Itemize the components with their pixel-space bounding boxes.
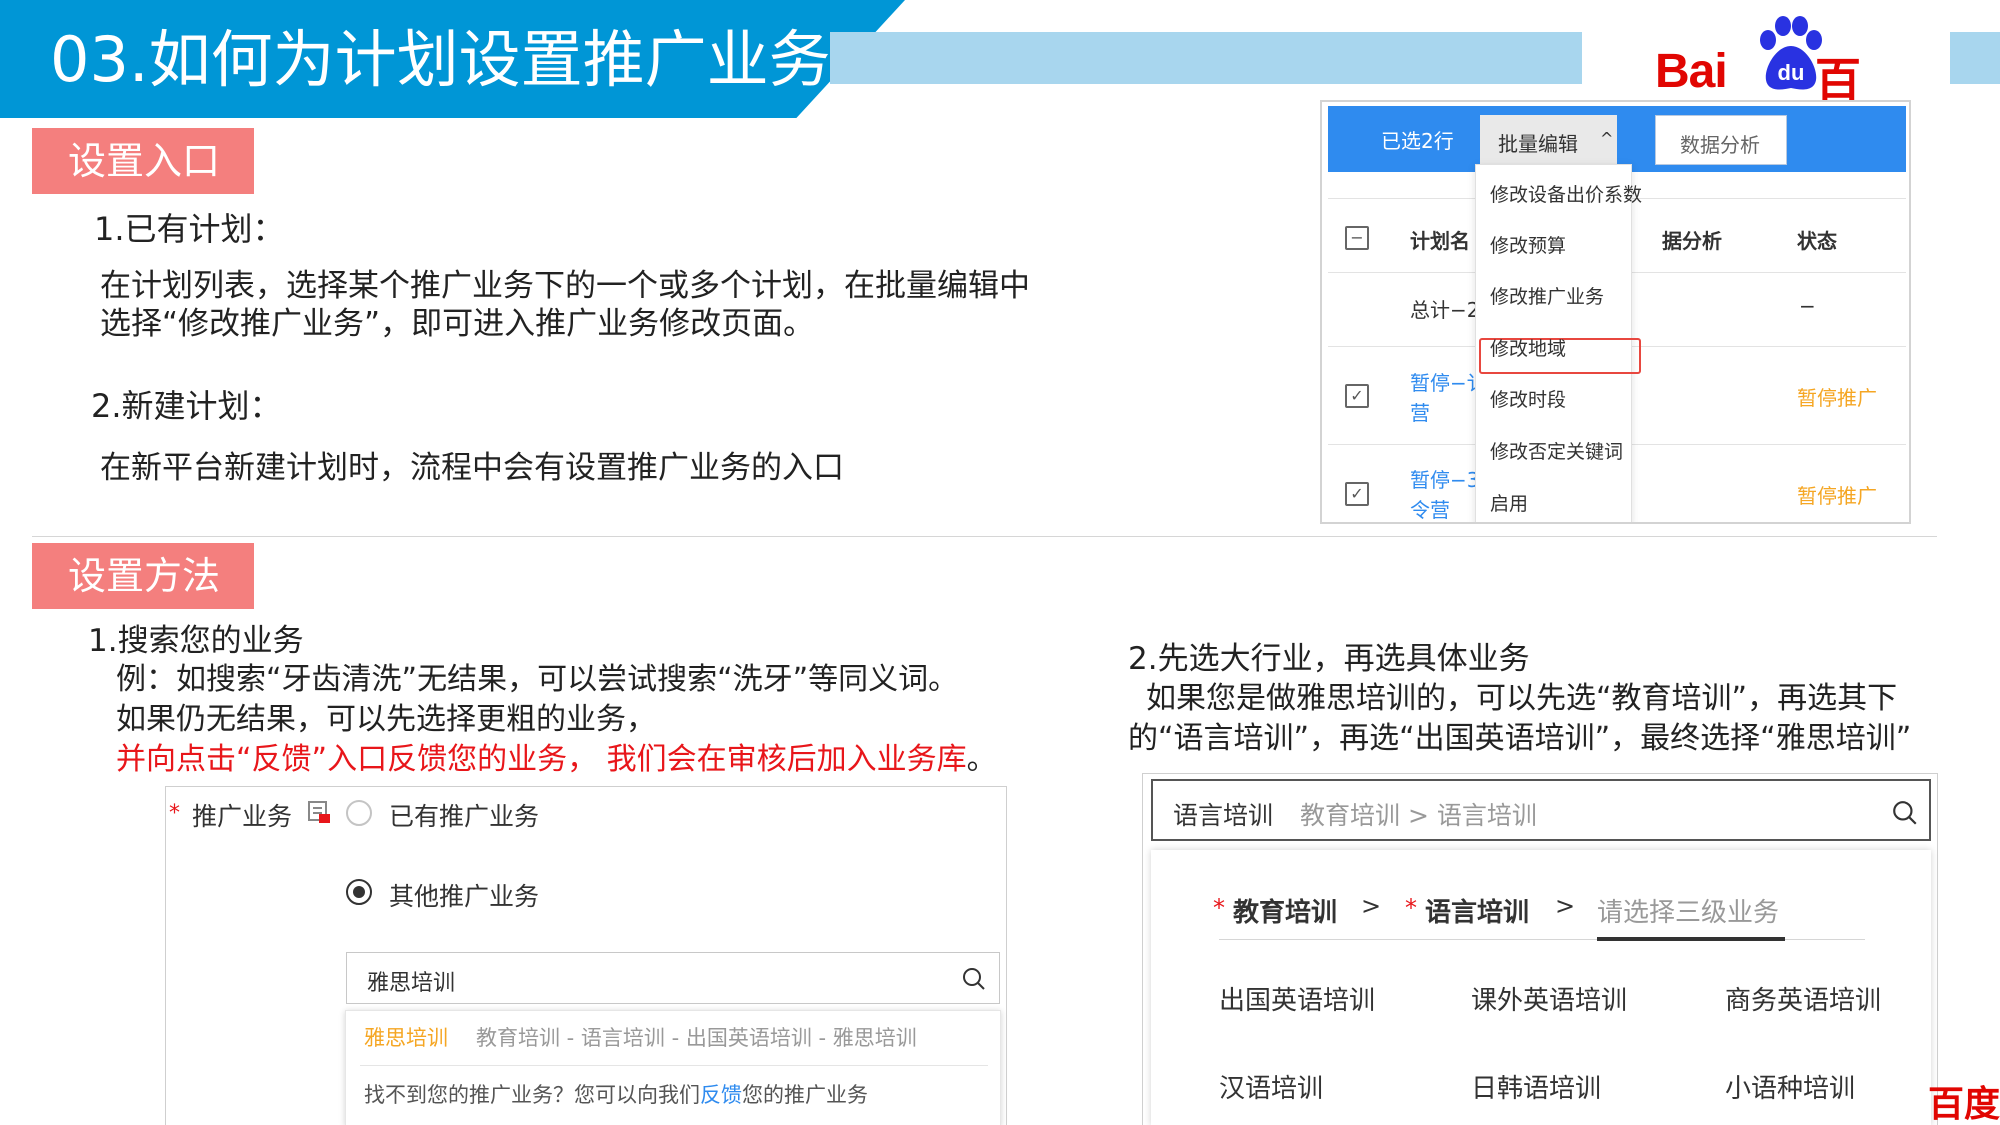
method1-line3-end: 。 [966,742,997,777]
feedback-link[interactable]: 反馈 [700,1083,742,1107]
search-icon[interactable] [1891,799,1919,827]
option-existing-label: 已有推广业务 [389,802,540,831]
menu-item-negative-keywords[interactable]: 修改否定关键词 [1490,437,1623,464]
search-icon[interactable] [961,966,987,992]
item2-title: 2.新建计划： [91,387,282,425]
suggestion-path: 教育培训 - 语言培训 - 出国英语培训 - 雅思培训 [476,1026,917,1050]
level3-tab[interactable]: 请选择三级业务 [1597,892,1779,929]
category-search-input[interactable]: 语言培训 教育培训 > 语言培训 [1151,779,1931,841]
business-search-screenshot: * 推广业务 已有推广业务 其他推广业务 雅思培训 雅思培训 教育培训 - 语言… [165,786,1007,1125]
batch-edit-button[interactable]: 批量编辑 ^ [1480,115,1617,165]
category-levels: * 教育培训 > * 语言培训 > 请选择三级业务 出国英语培训 课外英语培训 … [1151,850,1931,1125]
row-checkbox[interactable]: ✓ [1345,384,1369,408]
category-option[interactable]: 商务英语培训 [1725,980,1881,1017]
page-title: 03.如何为计划设置推广业务 [50,23,831,96]
header-strip-right [1950,32,2000,84]
category-option[interactable]: 课外英语培训 [1471,980,1627,1017]
business-search-input[interactable]: 雅思培训 [346,952,1000,1004]
field-info-icon [308,801,330,823]
header-strip [830,32,1582,84]
batch-edit-label: 批量编辑 [1498,132,1578,156]
radio-existing[interactable] [346,800,372,826]
search-suggestions: 雅思培训 教育培训 - 语言培训 - 出国英语培训 - 雅思培训 找不到您的推广… [345,1010,1001,1125]
active-tab-indicator [1597,937,1785,941]
select-all-checkbox[interactable]: − [1345,226,1369,250]
category-search-path: 教育培训 > 语言培训 [1300,801,1537,830]
level-separator: > [1361,892,1382,920]
not-found-hint: 找不到您的推广业务？您可以向我们反馈您的推广业务 [364,1079,868,1109]
suggestion-divider [360,1065,988,1066]
corner-logo: 百度 [1928,1084,2000,1125]
category-option[interactable]: 汉语培训 [1219,1068,1323,1105]
status-badge: 暂停推广 [1797,484,1877,508]
logo-latin: Bai [1655,45,1728,98]
option-other-label: 其他推广业务 [389,882,540,911]
section-tag-entry: 设置入口 [32,128,254,194]
column-header-analysis: 据分析 [1662,229,1722,253]
row-checkbox[interactable]: ✓ [1345,482,1369,506]
item2-line1: 在新平台新建计划时，流程中会有设置推广业务的入口 [100,450,844,486]
suggestion-name[interactable]: 雅思培训 [364,1022,448,1052]
plan-link-1-cont[interactable]: 营 [1410,397,1430,426]
radio-other[interactable] [346,879,372,905]
category-option[interactable]: 出国英语培训 [1219,980,1375,1017]
status-badge: 暂停推广 [1797,386,1877,410]
selection-toolbar: 已选2行 批量编辑 ^ 数据分析 [1328,106,1906,172]
section-tag-method: 设置方法 [32,543,254,609]
total-row-name: 总计−2 [1410,298,1480,322]
not-found-prefix: 找不到您的推广业务？您可以向我们 [364,1083,700,1107]
section-divider [32,536,1937,537]
category-search-value: 语言培训 [1173,801,1274,830]
method1-line3: 并向点击“反馈”入口反馈您的业务， 我们会在审核后加入业务库。 [116,734,997,778]
level1-tab[interactable]: 教育培训 [1233,892,1337,929]
level-separator: > [1555,892,1576,920]
category-picker-screenshot: 语言培训 教育培训 > 语言培训 * 教育培训 > * 语言培训 > 请选择三级… [1142,773,1938,1125]
plan-link-2-cont[interactable]: 令营 [1410,494,1450,522]
method2-title: 2.先选大行业，再选具体业务 [1128,641,1530,677]
menu-item-region[interactable]: 修改地域 [1490,334,1566,361]
data-analysis-button[interactable]: 数据分析 [1655,115,1787,165]
menu-item-promo-business[interactable]: 修改推广业务 [1490,282,1604,309]
menu-item-schedule[interactable]: 修改时段 [1490,385,1566,412]
baidu-logo: Bai du 百度 [1655,10,1885,173]
method1-line3-red: 并向点击“反馈”入口反馈您的业务， 我们会在审核后加入业务库 [116,742,967,777]
batch-edit-screenshot: 已选2行 批量编辑 ^ 数据分析 − 计划名 据分析 状态 总计−2 − ✓ 暂… [1320,100,1911,524]
required-star: * [1213,894,1225,922]
required-star: * [169,801,180,826]
search-value: 雅思培训 [367,971,456,996]
menu-item-enable[interactable]: 启用 [1490,489,1528,516]
method1-line2: 如果仍无结果，可以先选择更粗的业务， [116,702,656,737]
item1-title: 1.已有计划： [94,210,285,248]
menu-item-device-bid[interactable]: 修改设备出价系数 [1490,180,1642,207]
category-option[interactable]: 小语种培训 [1725,1068,1855,1105]
batch-edit-menu: 修改设备出价系数 修改预算 修改推广业务 修改地域 修改时段 修改否定关键词 启… [1475,164,1642,522]
method2-line2: 的“语言培训”，再选“出国英语培训”，最终选择“雅思培训” [1128,721,1912,756]
column-header-status: 状态 [1797,229,1837,253]
level2-tab[interactable]: 语言培训 [1425,892,1529,929]
not-found-suffix: 您的推广业务 [742,1083,868,1107]
required-star: * [1405,894,1417,922]
plan-link-2[interactable]: 暂停−3 [1410,464,1479,493]
method2-line1: 如果您是做雅思培训的，可以先选“教育培训”，再选其下 [1146,681,1898,716]
category-option[interactable]: 日韩语培训 [1471,1068,1601,1105]
selected-count: 已选2行 [1381,129,1454,153]
item1-line2: 选择“修改推广业务”，即可进入推广业务修改页面。 [100,306,815,342]
method1-line1: 例：如搜索“牙齿清洗”无结果，可以尝试搜索“洗牙”等同义词。 [116,662,959,697]
total-row-status: − [1799,294,1816,318]
field-label: 推广业务 [192,802,293,831]
logo-paw-text: du [1778,60,1805,85]
menu-item-budget[interactable]: 修改预算 [1490,231,1566,258]
chevron-up-icon: ^ [1600,129,1614,148]
column-header-plan: 计划名 [1410,229,1470,253]
